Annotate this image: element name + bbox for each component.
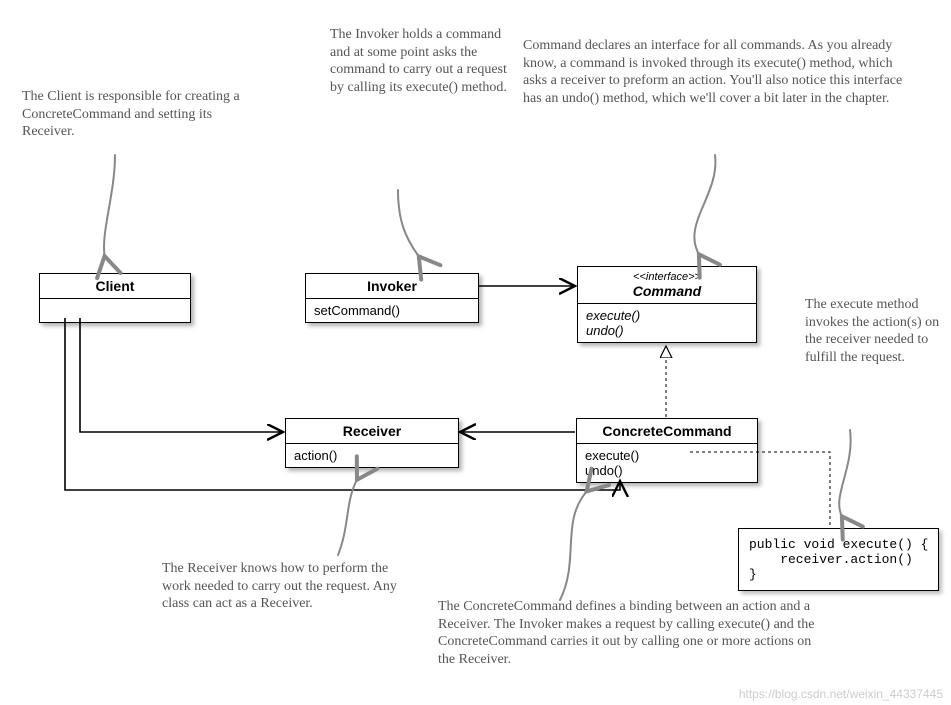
note-execute: The execute method invokes the action(s)… bbox=[805, 296, 945, 366]
hand-arrow-concrete bbox=[560, 490, 588, 600]
hand-arrow-command bbox=[694, 155, 715, 256]
hand-arrow-invoker bbox=[398, 190, 420, 258]
hand-arrow-client bbox=[104, 155, 115, 258]
note-concrete: The ConcreteCommand defines a binding be… bbox=[438, 598, 818, 668]
note-command: Command declares an interface for all co… bbox=[523, 37, 918, 107]
uml-command-name: Command bbox=[633, 283, 701, 299]
note-receiver: The Receiver knows how to perform the wo… bbox=[162, 560, 407, 613]
uml-concrete-title: ConcreteCommand bbox=[577, 419, 757, 444]
uml-command-sec1: execute() undo() bbox=[578, 304, 756, 342]
uml-command: <<interface>> Command execute() undo() bbox=[577, 266, 757, 343]
uml-client: Client bbox=[39, 273, 191, 323]
uml-concrete: ConcreteCommand execute() undo() bbox=[576, 418, 758, 483]
uml-concrete-sec1: execute() undo() bbox=[577, 444, 757, 482]
note-invoker: The Invoker holds a command and at some … bbox=[330, 26, 520, 96]
arrow-client-receiver bbox=[80, 318, 283, 432]
uml-receiver-title: Receiver bbox=[286, 419, 458, 444]
uml-command-title: <<interface>> Command bbox=[578, 267, 756, 304]
code-snippet: public void execute() { receiver.action(… bbox=[738, 528, 939, 591]
uml-invoker-title: Invoker bbox=[306, 274, 478, 299]
uml-receiver-sec1: action() bbox=[286, 444, 458, 467]
watermark: https://blog.csdn.net/weixin_44337445 bbox=[739, 687, 943, 701]
hand-arrow-receiver bbox=[338, 478, 358, 555]
uml-command-exec: execute() bbox=[586, 308, 640, 323]
uml-invoker: Invoker setCommand() bbox=[305, 273, 479, 323]
uml-client-title: Client bbox=[40, 274, 190, 299]
uml-command-undo: undo() bbox=[586, 323, 624, 338]
hand-arrow-execute bbox=[839, 430, 850, 518]
uml-invoker-sec1: setCommand() bbox=[306, 299, 478, 322]
uml-command-stereo: <<interface>> bbox=[584, 271, 750, 283]
uml-client-sec1 bbox=[40, 299, 190, 322]
uml-receiver: Receiver action() bbox=[285, 418, 459, 468]
note-client: The Client is responsible for creating a… bbox=[22, 88, 252, 141]
uml-concrete-exec: execute() bbox=[585, 448, 639, 463]
uml-concrete-undo: undo() bbox=[585, 463, 623, 478]
